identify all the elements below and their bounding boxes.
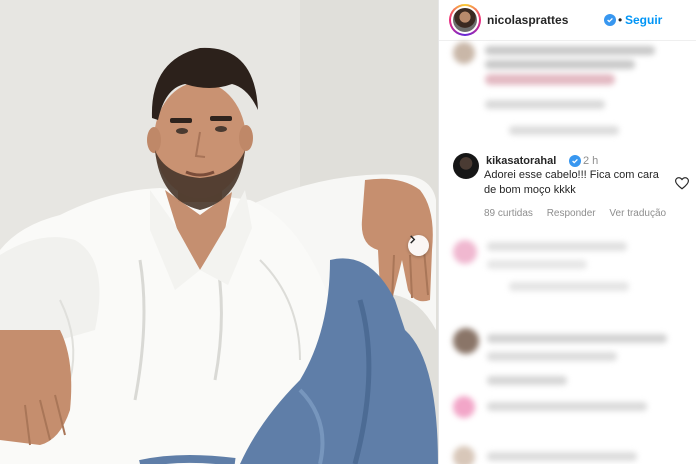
translate-button[interactable]: Ver tradução [609,208,666,219]
blurred-comments-above [439,40,696,150]
commenter-username[interactable]: kikasatorahal [486,155,556,167]
commenter-avatar[interactable] [453,153,479,179]
carousel-next-button[interactable] [408,235,429,256]
post-photo[interactable] [0,0,438,464]
verified-badge-icon [604,14,616,26]
heart-icon[interactable] [675,177,689,190]
follow-button[interactable]: Seguir [625,13,662,27]
reply-button[interactable]: Responder [547,208,596,219]
verified-badge-icon [569,155,581,167]
man-portrait-illustration [0,0,438,464]
likes-count[interactable]: 89 curtidas [484,208,533,219]
post-header: nicolasprattes • Seguir [439,0,696,41]
comment-timestamp: 2 h [583,155,599,167]
blurred-comments-below [439,230,696,464]
chevron-right-icon [410,235,416,244]
comments-panel: nicolasprattes • Seguir kikasatorahal 2 … [438,0,696,464]
author-username[interactable]: nicolasprattes [487,13,568,27]
comment-text: Adorei esse cabelo!!! Fica com cara de b… [484,169,659,196]
comment-actions: 89 curtidas Responder Ver tradução [484,208,677,219]
author-avatar[interactable] [449,4,481,36]
separator-dot: • [618,13,623,27]
